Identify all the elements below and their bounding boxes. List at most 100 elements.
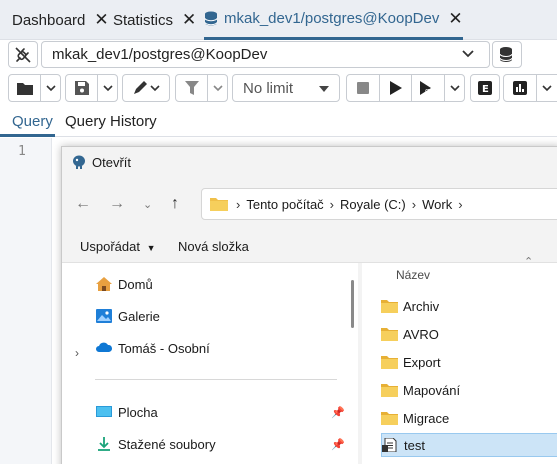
- active-tab-indicator: [0, 134, 55, 137]
- back-arrow-icon[interactable]: ←: [75, 195, 91, 213]
- nav-item-desktop[interactable]: Plocha: [95, 400, 158, 424]
- address-bar[interactable]: › Tento počítač › Royale (C:) › Work ›: [201, 188, 557, 220]
- tab-query[interactable]: Query: [12, 113, 53, 130]
- save-dropdown[interactable]: [97, 75, 117, 101]
- new-connection-button[interactable]: [492, 41, 522, 68]
- filter-dropdown[interactable]: [207, 75, 227, 101]
- chevron-down-icon: [462, 50, 474, 58]
- graph-dropdown[interactable]: [536, 75, 556, 101]
- connection-row: mkak_dev1/postgres@KoopDev: [0, 40, 557, 72]
- connection-select[interactable]: mkak_dev1/postgres@KoopDev: [41, 41, 490, 68]
- new-folder-button[interactable]: Nová složka: [178, 239, 249, 254]
- explain-button[interactable]: q: [411, 75, 444, 101]
- file-name: Migrace: [403, 410, 450, 426]
- chevron-down-icon: [103, 85, 113, 92]
- nav-item-onedrive[interactable]: Tomáš - Osobní: [95, 336, 210, 360]
- nav-pane-scrollbar[interactable]: [351, 280, 354, 328]
- onedrive-cloud-icon: [96, 342, 113, 352]
- database-icon: [204, 11, 218, 25]
- explain-icon: E: [478, 81, 492, 95]
- execute-dropdown[interactable]: [444, 75, 464, 101]
- tab-dashboard[interactable]: Dashboard ✕: [12, 0, 109, 40]
- nav-item-gallery[interactable]: Galerie: [95, 304, 160, 328]
- chevron-down-icon: [449, 85, 460, 92]
- file-list-item[interactable]: AVRO: [381, 322, 557, 346]
- folder-icon: [381, 412, 398, 425]
- expand-chevron-icon[interactable]: ›: [75, 346, 79, 360]
- row-limit-select[interactable]: No limit: [232, 74, 340, 102]
- breadcrumb-chevron-icon: ›: [458, 196, 463, 212]
- home-icon: [96, 277, 112, 291]
- save-button[interactable]: [66, 75, 97, 101]
- execute-button[interactable]: [378, 75, 412, 101]
- tab-label: Statistics: [113, 11, 174, 29]
- breadcrumb-chevron-icon: ›: [329, 196, 335, 212]
- filter-icon: [184, 81, 199, 95]
- explain-group: E: [470, 74, 500, 102]
- breadcrumb-item[interactable]: Royale (C:): [340, 197, 406, 212]
- svg-text:E: E: [482, 84, 489, 95]
- download-icon: [98, 437, 110, 451]
- graph-group: [503, 74, 557, 102]
- gallery-icon: [96, 309, 112, 323]
- pin-icon[interactable]: 📌: [331, 406, 345, 419]
- file-list-item[interactable]: Mapování: [381, 378, 557, 402]
- close-icon[interactable]: ✕: [448, 9, 462, 29]
- nav-item-downloads[interactable]: Stažené soubory: [95, 432, 216, 456]
- save-group: [65, 74, 118, 102]
- connection-value: mkak_dev1/postgres@KoopDev: [52, 46, 268, 63]
- filter-group: [175, 74, 228, 102]
- close-icon[interactable]: ✕: [94, 10, 108, 30]
- plug-disconnect-icon: [15, 46, 31, 63]
- organize-label: Uspořádat: [80, 239, 140, 254]
- tab-query-history[interactable]: Query History: [65, 113, 157, 130]
- explain-analyze-button[interactable]: E: [471, 75, 499, 101]
- tab-statistics[interactable]: Statistics ✕: [113, 0, 196, 40]
- folder-icon: [381, 300, 398, 313]
- graph-button[interactable]: [504, 75, 536, 101]
- organize-button[interactable]: Uspořádat ▼: [80, 239, 156, 254]
- stop-button[interactable]: [347, 75, 379, 101]
- file-list-item[interactable]: Export: [381, 350, 557, 374]
- open-file-dropdown[interactable]: [40, 75, 60, 101]
- file-list-item[interactable]: Migrace: [381, 406, 557, 430]
- close-icon[interactable]: ✕: [182, 10, 196, 30]
- query-tabs: Query Query History: [0, 107, 557, 137]
- chevron-down-icon: [46, 85, 56, 92]
- desktop-icon: [96, 406, 112, 417]
- pgadmin-elephant-icon: [73, 155, 85, 169]
- breadcrumb-item[interactable]: Tento počítač: [246, 197, 323, 212]
- column-header-name[interactable]: Název: [396, 268, 430, 282]
- forward-arrow-icon[interactable]: →: [109, 195, 125, 213]
- tab-query-tool[interactable]: mkak_dev1/postgres@KoopDev ✕: [204, 0, 463, 40]
- recent-locations-chevron-icon[interactable]: ⌄: [143, 198, 152, 211]
- chevron-down-icon: [213, 85, 223, 92]
- up-arrow-icon[interactable]: ↑: [171, 195, 179, 213]
- file-list-item[interactable]: Archiv: [381, 294, 557, 318]
- tab-label: Dashboard: [12, 11, 86, 29]
- breadcrumb-item[interactable]: Work: [422, 197, 452, 212]
- row-limit-value: No limit: [243, 79, 294, 97]
- file-name: Mapování: [403, 382, 461, 398]
- edit-button[interactable]: [123, 75, 169, 101]
- nav-divider: [95, 379, 337, 380]
- breadcrumb-chevron-icon: ›: [411, 196, 417, 212]
- nav-item-label: Galerie: [118, 308, 160, 324]
- chevron-down-icon: [541, 85, 552, 92]
- file-list-item-selected[interactable]: test: [381, 433, 557, 457]
- file-icon: [382, 438, 397, 452]
- open-file-button[interactable]: [9, 75, 40, 101]
- filter-button[interactable]: [176, 75, 207, 101]
- file-name: AVRO: [403, 326, 439, 342]
- disconnect-button[interactable]: [8, 41, 38, 68]
- dialog-command-bar: Uspořádat ▼ Nová složka: [62, 233, 557, 263]
- file-name: Archiv: [403, 298, 440, 314]
- nav-item-label: Tomáš - Osobní: [118, 340, 210, 356]
- stop-icon: [356, 82, 369, 94]
- nav-item-home[interactable]: Domů: [95, 272, 153, 296]
- pin-icon[interactable]: 📌: [331, 438, 345, 451]
- open-file-group: [8, 74, 61, 102]
- editor-gutter: [0, 138, 52, 464]
- bar-chart-icon: [513, 81, 527, 95]
- folder-icon: [210, 198, 228, 211]
